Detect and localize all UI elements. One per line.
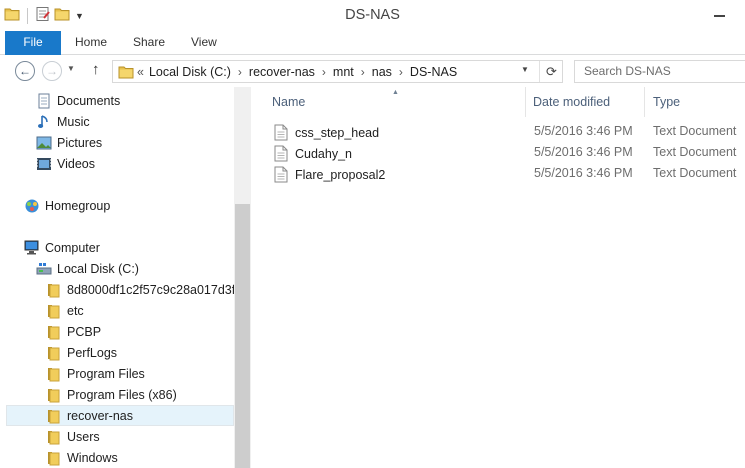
homegroup-icon: [23, 198, 40, 214]
tab-home[interactable]: Home: [64, 31, 118, 55]
file-date-modified: 5/5/2016 3:46 PM: [534, 145, 633, 159]
navigation-scrollbar-thumb[interactable]: [235, 204, 250, 468]
address-dropdown-icon[interactable]: ▼: [521, 65, 529, 74]
sidebar-item-folder-etc[interactable]: etc: [45, 300, 84, 321]
breadcrumb-overflow[interactable]: «: [137, 65, 144, 79]
forward-button[interactable]: →: [42, 61, 62, 81]
sidebar-item-documents[interactable]: Documents: [35, 90, 120, 111]
back-arrow-icon: ←: [19, 64, 31, 78]
folder-icon: [45, 282, 62, 298]
drive-icon: [35, 261, 52, 277]
sort-ascending-icon: ▲: [392, 89, 399, 96]
file-type: Text Document: [653, 166, 737, 180]
text-document-icon: [274, 145, 289, 162]
sidebar-item-videos[interactable]: Videos: [35, 153, 95, 174]
file-row[interactable]: css_step_head 5/5/2016 3:46 PM Text Docu…: [271, 121, 745, 142]
sidebar-item-music[interactable]: Music: [35, 111, 90, 132]
file-name: css_step_head: [295, 125, 380, 140]
column-header-date-modified[interactable]: Date modified: [533, 95, 610, 109]
sidebar-item-folder-program-files[interactable]: Program Files: [45, 363, 145, 384]
navigation-pane: Documents Music Pictures Videos Homegrou…: [0, 87, 252, 468]
refresh-icon: ⟳: [546, 63, 557, 79]
sidebar-item-folder-windows[interactable]: Windows: [45, 447, 118, 468]
file-list: ▲ Name Date modified Type css_step_head …: [252, 87, 745, 468]
up-arrow-icon: ↑: [92, 61, 100, 78]
sidebar-item-folder-perflogs[interactable]: PerfLogs: [45, 342, 117, 363]
sidebar-item-local-disk[interactable]: Local Disk (C:): [35, 258, 139, 279]
breadcrumb-nas[interactable]: nas: [372, 65, 392, 79]
file-name: Flare_proposal2: [295, 167, 386, 182]
breadcrumb-local-disk[interactable]: Local Disk (C:): [149, 65, 231, 79]
chevron-right-icon[interactable]: ›: [322, 65, 326, 79]
recent-locations-dropdown[interactable]: ▼: [67, 64, 75, 73]
sidebar-item-folder-program-files-x86[interactable]: Program Files (x86): [45, 384, 177, 405]
column-divider[interactable]: [644, 87, 645, 117]
breadcrumb-ds-nas[interactable]: DS-NAS: [410, 65, 457, 79]
breadcrumb: « Local Disk (C:) › recover-nas › mnt › …: [137, 61, 457, 82]
chevron-right-icon[interactable]: ›: [361, 65, 365, 79]
column-divider[interactable]: [525, 87, 526, 117]
minimize-button[interactable]: [709, 3, 731, 23]
refresh-button[interactable]: ⟳: [539, 61, 563, 82]
folder-icon: [45, 429, 62, 445]
sidebar-item-folder-pcbp[interactable]: PCBP: [45, 321, 101, 342]
file-date-modified: 5/5/2016 3:46 PM: [534, 124, 633, 138]
folder-icon: [45, 345, 62, 361]
tab-view[interactable]: View: [180, 31, 228, 55]
pictures-icon: [35, 135, 52, 151]
computer-icon: [23, 240, 40, 256]
tab-file[interactable]: File: [5, 31, 61, 55]
chevron-right-icon[interactable]: ›: [238, 65, 242, 79]
chevron-right-icon[interactable]: ›: [399, 65, 403, 79]
folder-icon: [118, 65, 134, 82]
address-bar[interactable]: « Local Disk (C:) › recover-nas › mnt › …: [112, 60, 563, 83]
tab-share[interactable]: Share: [122, 31, 176, 55]
documents-icon: [35, 93, 52, 109]
text-document-icon: [274, 166, 289, 183]
text-document-icon: [274, 124, 289, 141]
sidebar-item-homegroup[interactable]: Homegroup: [23, 195, 110, 216]
folder-icon: [45, 324, 62, 340]
file-row[interactable]: Flare_proposal2 5/5/2016 3:46 PM Text Do…: [271, 163, 745, 184]
back-button[interactable]: ←: [15, 61, 35, 81]
folder-icon: [45, 408, 62, 424]
up-button[interactable]: ↑: [92, 61, 100, 78]
folder-icon: [45, 366, 62, 382]
column-header-type[interactable]: Type: [653, 95, 680, 109]
sidebar-item-computer[interactable]: Computer: [23, 237, 100, 258]
sidebar-item-folder-8d8000[interactable]: 8d8000df1c2f57c9c28a017d3f6a: [45, 279, 249, 300]
videos-icon: [35, 156, 52, 172]
breadcrumb-recover-nas[interactable]: recover-nas: [249, 65, 315, 79]
search-input[interactable]: Search DS-NAS: [574, 60, 745, 83]
sidebar-item-folder-users[interactable]: Users: [45, 426, 100, 447]
file-row[interactable]: Cudahy_n 5/5/2016 3:46 PM Text Document: [271, 142, 745, 163]
sidebar-item-pictures[interactable]: Pictures: [35, 132, 102, 153]
sidebar-item-folder-recover-nas[interactable]: recover-nas: [6, 405, 234, 426]
file-date-modified: 5/5/2016 3:46 PM: [534, 166, 633, 180]
column-header-name[interactable]: Name: [272, 95, 305, 109]
folder-icon: [45, 303, 62, 319]
navigation-bar: ← → ▼ ↑ « Local Disk (C:) › recover-nas …: [0, 55, 745, 87]
file-type: Text Document: [653, 124, 737, 138]
ribbon-tabs: File Home Share View: [0, 31, 745, 55]
file-type: Text Document: [653, 145, 737, 159]
breadcrumb-mnt[interactable]: mnt: [333, 65, 354, 79]
forward-arrow-icon: →: [46, 64, 58, 78]
music-icon: [35, 114, 52, 130]
file-name: Cudahy_n: [295, 146, 352, 161]
window-title: DS-NAS: [345, 7, 400, 23]
title-bar: ▼ DS-NAS: [0, 0, 745, 31]
folder-icon: [45, 450, 62, 466]
folder-icon: [45, 387, 62, 403]
